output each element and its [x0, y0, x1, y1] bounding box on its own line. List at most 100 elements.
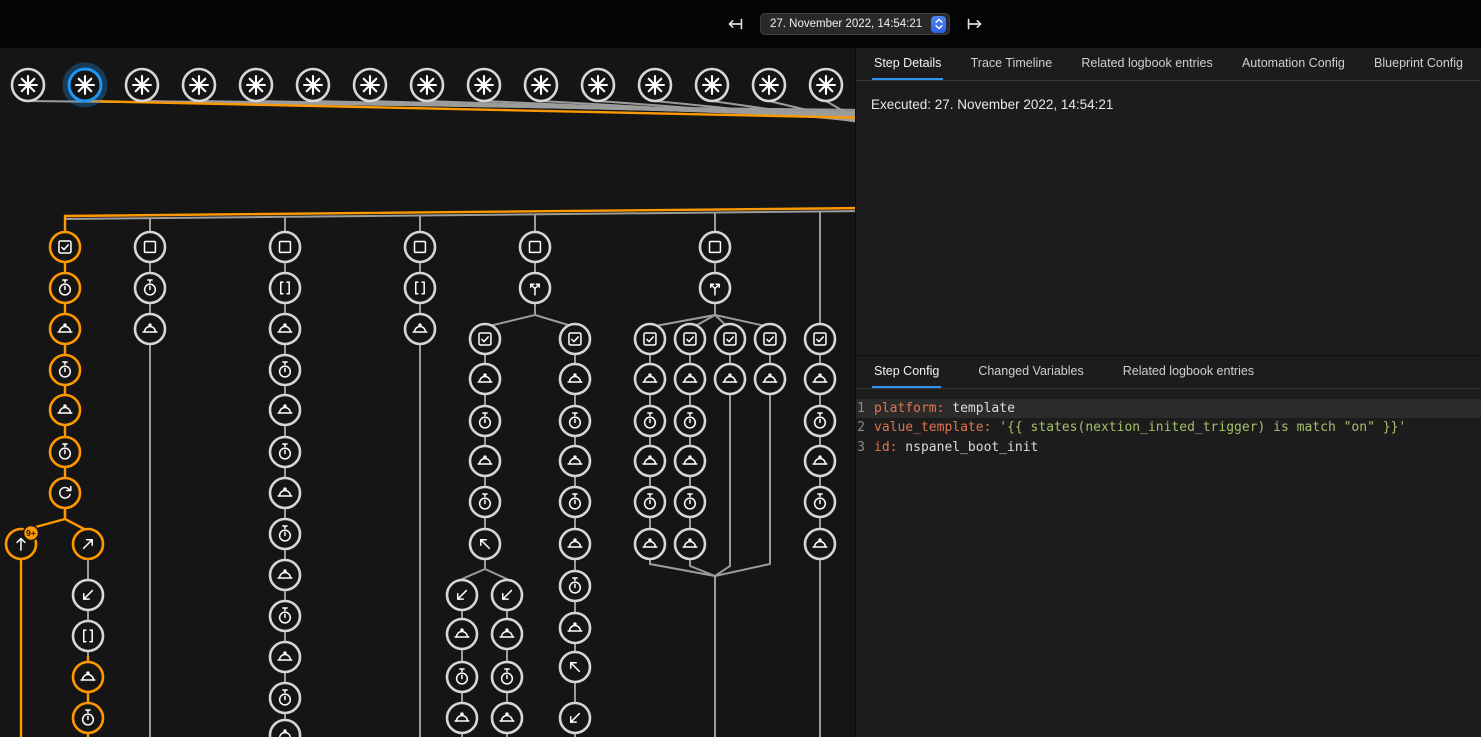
trace-node-bell[interactable]	[492, 703, 522, 733]
trace-node-bell[interactable]	[715, 364, 745, 394]
trace-node-bell[interactable]	[270, 642, 300, 672]
trace-node-asterisk[interactable]	[639, 69, 671, 101]
trace-node-checkbox-blank[interactable]	[700, 232, 730, 262]
trace-node-arrow-bottom-left[interactable]	[492, 580, 522, 610]
tab-step-config[interactable]: Step Config	[872, 356, 941, 388]
trace-node-arrow-top-left[interactable]	[470, 529, 500, 559]
trace-node-code-brackets[interactable]	[405, 273, 435, 303]
trace-node-call-split[interactable]	[700, 273, 730, 303]
trace-node-bell[interactable]	[270, 720, 300, 737]
trace-node-asterisk[interactable]	[582, 69, 614, 101]
trace-run-select[interactable]: 27. November 2022, 14:54:21	[760, 13, 950, 35]
trace-node-bell[interactable]	[635, 529, 665, 559]
trace-node-checkbox-marked[interactable]	[560, 324, 590, 354]
trace-node-bell[interactable]	[135, 314, 165, 344]
trace-node-asterisk[interactable]	[65, 65, 105, 105]
trace-graph[interactable]: 9+	[0, 48, 855, 737]
trace-node-bell[interactable]	[50, 314, 80, 344]
trace-node-checkbox-marked[interactable]	[50, 232, 80, 262]
trace-node-timer[interactable]	[470, 487, 500, 517]
trace-node-timer[interactable]	[270, 519, 300, 549]
trace-node-bell[interactable]	[675, 446, 705, 476]
trace-node-timer[interactable]	[675, 487, 705, 517]
trace-node-asterisk[interactable]	[12, 69, 44, 101]
trace-node-timer[interactable]	[270, 437, 300, 467]
trace-node-timer[interactable]	[50, 355, 80, 385]
trace-node-checkbox-marked[interactable]	[805, 324, 835, 354]
trace-node-asterisk[interactable]	[183, 69, 215, 101]
trace-node-asterisk[interactable]	[696, 69, 728, 101]
trace-node-bell[interactable]	[405, 314, 435, 344]
trace-node-bell[interactable]	[805, 529, 835, 559]
trace-node-bell[interactable]	[635, 446, 665, 476]
tab-automation-config[interactable]: Automation Config	[1240, 48, 1347, 80]
trace-node-bell[interactable]	[447, 619, 477, 649]
trace-node-bell[interactable]	[492, 619, 522, 649]
trace-node-timer[interactable]	[73, 703, 103, 733]
trace-node-timer[interactable]	[492, 662, 522, 692]
trace-node-asterisk[interactable]	[525, 69, 557, 101]
trace-node-timer[interactable]	[560, 487, 590, 517]
trace-node-arrow-up[interactable]: 9+	[6, 526, 39, 560]
trace-node-checkbox-marked[interactable]	[470, 324, 500, 354]
trace-node-asterisk[interactable]	[354, 69, 386, 101]
trace-node-bell[interactable]	[470, 364, 500, 394]
trace-node-asterisk[interactable]	[126, 69, 158, 101]
trace-node-bell[interactable]	[73, 662, 103, 692]
trace-node-timer[interactable]	[675, 406, 705, 436]
trace-node-bell[interactable]	[635, 364, 665, 394]
trace-node-timer[interactable]	[805, 406, 835, 436]
trace-node-call-split[interactable]	[520, 273, 550, 303]
tab-step-details[interactable]: Step Details	[872, 48, 943, 80]
trace-node-timer[interactable]	[447, 662, 477, 692]
trace-node-checkbox-marked[interactable]	[715, 324, 745, 354]
trace-node-checkbox-blank[interactable]	[405, 232, 435, 262]
trace-node-bell[interactable]	[560, 446, 590, 476]
trace-node-bell[interactable]	[270, 314, 300, 344]
trace-node-arrow-bottom-left[interactable]	[73, 580, 103, 610]
trace-node-timer[interactable]	[270, 355, 300, 385]
trace-graph-area[interactable]: 9+	[0, 48, 855, 737]
trace-node-bell[interactable]	[560, 364, 590, 394]
trace-node-timer[interactable]	[805, 487, 835, 517]
trace-node-asterisk[interactable]	[753, 69, 785, 101]
trace-node-bell[interactable]	[675, 529, 705, 559]
trace-node-bell[interactable]	[560, 529, 590, 559]
trace-node-checkbox-blank[interactable]	[520, 232, 550, 262]
trace-node-bell[interactable]	[805, 446, 835, 476]
trace-node-bell[interactable]	[270, 395, 300, 425]
trace-node-timer[interactable]	[135, 273, 165, 303]
trace-node-bell[interactable]	[675, 364, 705, 394]
trace-node-bell[interactable]	[270, 560, 300, 590]
trace-node-timer[interactable]	[560, 406, 590, 436]
trace-node-arrow-top-right[interactable]	[73, 529, 103, 559]
tab-trace-timeline[interactable]: Trace Timeline	[969, 48, 1055, 80]
trace-node-checkbox-blank[interactable]	[270, 232, 300, 262]
trace-node-timer[interactable]	[470, 406, 500, 436]
trace-node-refresh[interactable]	[50, 478, 80, 508]
trace-node-timer[interactable]	[635, 487, 665, 517]
trace-node-code-brackets[interactable]	[73, 621, 103, 651]
trace-node-bell[interactable]	[560, 613, 590, 643]
trace-node-code-brackets[interactable]	[270, 273, 300, 303]
next-trace-button[interactable]	[962, 11, 988, 37]
trace-node-bell[interactable]	[50, 395, 80, 425]
trace-node-timer[interactable]	[270, 601, 300, 631]
trace-node-asterisk[interactable]	[411, 69, 443, 101]
trace-node-arrow-bottom-left[interactable]	[560, 703, 590, 733]
tab-blueprint-config[interactable]: Blueprint Config	[1372, 48, 1465, 80]
trace-node-timer[interactable]	[560, 571, 590, 601]
trace-node-asterisk[interactable]	[468, 69, 500, 101]
trace-node-arrow-bottom-left[interactable]	[447, 580, 477, 610]
tab-changed-variables[interactable]: Changed Variables	[976, 356, 1085, 388]
trace-node-asterisk[interactable]	[810, 69, 842, 101]
trace-node-bell[interactable]	[755, 364, 785, 394]
trace-node-timer[interactable]	[50, 437, 80, 467]
trace-node-timer[interactable]	[50, 273, 80, 303]
trace-node-checkbox-marked[interactable]	[675, 324, 705, 354]
trace-node-bell[interactable]	[447, 703, 477, 733]
trace-node-checkbox-marked[interactable]	[635, 324, 665, 354]
trace-node-checkbox-marked[interactable]	[755, 324, 785, 354]
trace-node-arrow-top-left[interactable]	[560, 652, 590, 682]
trace-node-checkbox-blank[interactable]	[135, 232, 165, 262]
